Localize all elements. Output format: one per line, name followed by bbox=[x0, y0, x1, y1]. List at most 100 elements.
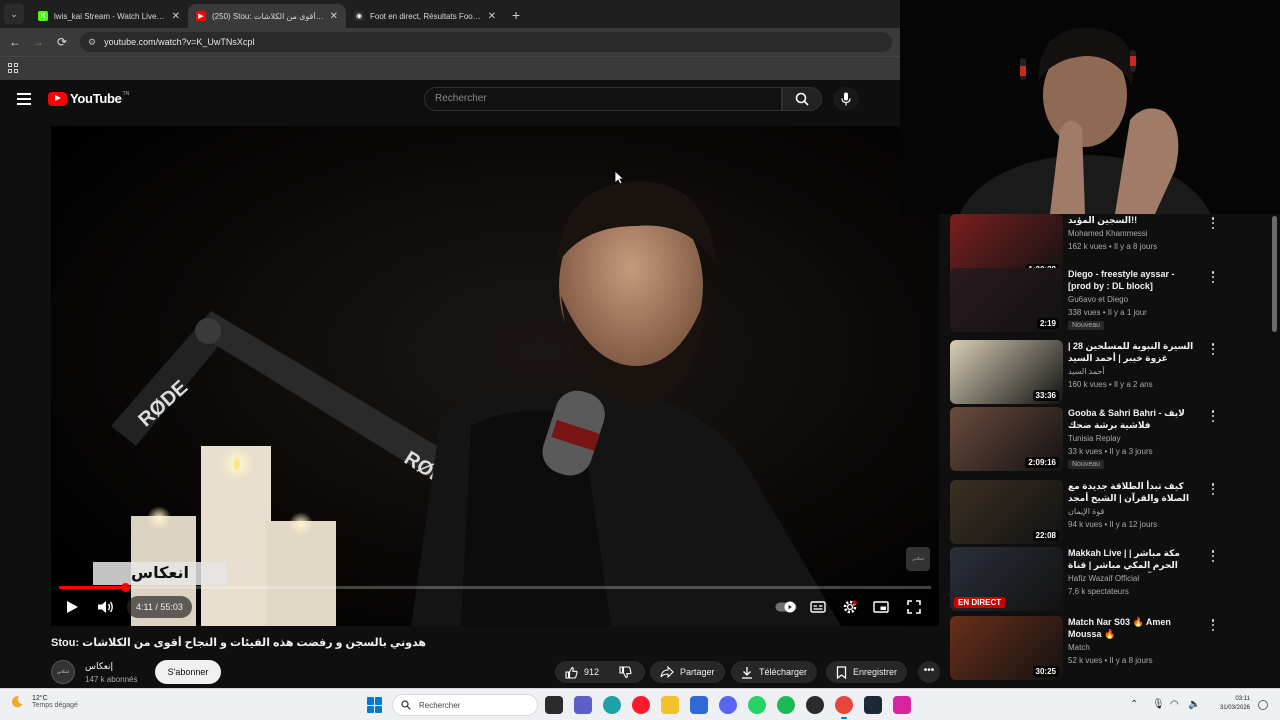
steam-icon[interactable] bbox=[864, 696, 882, 714]
menu-icon[interactable] bbox=[17, 93, 31, 105]
video-duration: 2:09:16 bbox=[1025, 457, 1059, 468]
reload-button[interactable]: ⟳ bbox=[50, 35, 74, 49]
close-icon[interactable]: ✕ bbox=[330, 11, 338, 22]
avatar[interactable]: انعكاس bbox=[51, 660, 75, 684]
like-button[interactable] bbox=[565, 666, 578, 679]
recommended-video[interactable]: EN DIRECT Makkah Live | مكة مباشر | الحرم… bbox=[950, 547, 1270, 613]
recommended-channel[interactable]: Hafiz Wazaif Official bbox=[1068, 574, 1139, 583]
back-button[interactable]: ← bbox=[3, 35, 27, 49]
notification-icon[interactable] bbox=[1258, 700, 1268, 710]
video-thumbnail[interactable]: EN DIRECT bbox=[950, 547, 1063, 611]
wifi-icon[interactable]: ◠ bbox=[1170, 699, 1179, 710]
recommended-channel[interactable]: Gu6avo et Diego bbox=[1068, 295, 1128, 304]
recommended-video[interactable]: 22:08 كيف تبدأ الطلاقة جديدة مع الصلاة وا… bbox=[950, 480, 1270, 546]
start-button[interactable] bbox=[367, 697, 383, 713]
volume-tray-icon[interactable]: 🔈 bbox=[1188, 699, 1200, 710]
recommended-title[interactable]: السجين المؤبد!! bbox=[1068, 214, 1196, 226]
microsoft-store-icon[interactable] bbox=[690, 696, 708, 714]
discord-icon[interactable] bbox=[719, 696, 737, 714]
more-vertical-icon[interactable] bbox=[1208, 270, 1218, 284]
recommended-channel[interactable]: قوة الإيمان bbox=[1068, 507, 1104, 516]
video-thumbnail[interactable]: 33:36 bbox=[950, 340, 1063, 404]
fullscreen-button[interactable] bbox=[905, 598, 923, 616]
video-thumbnail[interactable]: 2:19 bbox=[950, 268, 1063, 332]
weather-widget[interactable]: 12°C Temps dégagé bbox=[10, 695, 78, 709]
subtitles-button[interactable] bbox=[809, 598, 827, 616]
more-actions-button[interactable]: ••• bbox=[918, 661, 940, 683]
miniplayer-icon bbox=[873, 601, 889, 613]
file-explorer-icon[interactable] bbox=[661, 696, 679, 714]
spotify-icon[interactable] bbox=[777, 696, 795, 714]
browser-tab[interactable]: ◉ Foot en direct, Résultats Foot, Match ✕ bbox=[346, 4, 504, 28]
close-icon[interactable]: ✕ bbox=[488, 11, 496, 22]
recommended-title[interactable]: Makkah Live | مكة مباشر | الحرم المكي مب… bbox=[1068, 547, 1196, 573]
search-button[interactable] bbox=[782, 87, 822, 111]
voice-search-button[interactable] bbox=[833, 87, 859, 111]
subscribe-button[interactable]: S'abonner bbox=[155, 660, 221, 684]
more-vertical-icon[interactable] bbox=[1208, 618, 1218, 632]
browser-tab[interactable]: Klwis_kai Stream - Watch Live on ✕ bbox=[30, 4, 188, 28]
video-player[interactable]: RØDE RØDE انعكاس انعكاس 4:11 / 55:03 bbox=[51, 126, 939, 626]
new-tab-button[interactable]: + bbox=[512, 7, 520, 23]
recommended-title[interactable]: Match Nar S03 🔥 Amen Moussa 🔥 bbox=[1068, 616, 1196, 640]
chevron-up-icon[interactable]: ⌃ bbox=[1130, 699, 1138, 710]
forward-button[interactable]: → bbox=[26, 35, 50, 49]
recommended-title[interactable]: Diego - freestyle ayssar - [prod by : DL… bbox=[1068, 268, 1196, 292]
dislike-button[interactable] bbox=[619, 665, 632, 679]
play-button[interactable] bbox=[63, 598, 81, 616]
share-button[interactable]: Partager bbox=[650, 661, 725, 683]
microphone-tray-icon[interactable]: 🎙 bbox=[1152, 699, 1165, 710]
recommended-video[interactable]: 33:36 السيرة النبوية للمسلحين 28 | غزوة خ… bbox=[950, 340, 1270, 406]
whatsapp-icon[interactable] bbox=[748, 696, 766, 714]
address-bar[interactable]: ⚙ youtube.com/watch?v=K_UwTNsXcpI bbox=[80, 32, 892, 52]
channel-name[interactable]: إنعكاس bbox=[85, 661, 113, 672]
video-thumbnail[interactable]: 2:09:16 bbox=[950, 407, 1063, 471]
progress-scrubber[interactable] bbox=[121, 583, 130, 592]
more-vertical-icon[interactable] bbox=[1208, 549, 1218, 563]
close-icon[interactable]: ✕ bbox=[172, 11, 180, 22]
edge-icon[interactable] bbox=[603, 696, 621, 714]
gear-icon bbox=[843, 600, 857, 614]
system-clock[interactable]: 03:11 31/03/2026 bbox=[1216, 695, 1250, 713]
mute-button[interactable] bbox=[96, 598, 116, 616]
recommended-channel[interactable]: Tunisia Replay bbox=[1068, 434, 1121, 443]
youtube-logo[interactable]: YouTube TN bbox=[48, 91, 129, 106]
obs-icon[interactable] bbox=[806, 696, 824, 714]
more-vertical-icon[interactable] bbox=[1208, 216, 1218, 230]
taskbar-search-placeholder: Rechercher bbox=[419, 700, 461, 710]
progress-bar[interactable] bbox=[59, 583, 931, 592]
video-thumbnail[interactable]: 22:08 bbox=[950, 480, 1063, 544]
tab-search-button[interactable]: ⌄ bbox=[4, 4, 24, 24]
more-vertical-icon[interactable] bbox=[1208, 482, 1218, 496]
apps-grid-icon[interactable] bbox=[8, 63, 18, 73]
download-button[interactable]: Télécharger bbox=[731, 661, 818, 683]
opera-icon[interactable] bbox=[632, 696, 650, 714]
more-vertical-icon[interactable] bbox=[1208, 409, 1218, 423]
recommended-title[interactable]: كيف تبدأ الطلاقة جديدة مع الصلاة والقرآن… bbox=[1068, 480, 1196, 506]
recommended-video[interactable]: 30:25 Match Nar S03 🔥 Amen Moussa 🔥 Match 5… bbox=[950, 616, 1270, 682]
taskbar-search[interactable]: Rechercher bbox=[392, 694, 538, 716]
chrome-icon[interactable] bbox=[835, 696, 853, 719]
sidebar-scroll-thumb[interactable] bbox=[1272, 216, 1277, 332]
search-input[interactable]: Rechercher bbox=[424, 87, 782, 111]
autoplay-toggle[interactable] bbox=[775, 598, 797, 616]
video-thumbnail[interactable]: 30:25 bbox=[950, 616, 1063, 680]
recommended-video[interactable]: 2:09:16 Gooba & Sahri Bahri - لايف فلاشية… bbox=[950, 407, 1270, 473]
recommended-title[interactable]: السيرة النبوية للمسلحين 28 | غزوة خيبر |… bbox=[1068, 340, 1196, 364]
recommended-video[interactable]: 2:19 Diego - freestyle ayssar - [prod by … bbox=[950, 268, 1270, 334]
recommended-channel[interactable]: Mohamed Khammessi bbox=[1068, 229, 1148, 238]
save-button[interactable]: Enregistrer bbox=[826, 661, 908, 683]
channel-watermark[interactable]: انعكاس bbox=[906, 547, 930, 571]
settings-button[interactable] bbox=[840, 598, 860, 616]
site-info-icon[interactable]: ⚙ bbox=[88, 37, 96, 48]
video-duration: 33:36 bbox=[1032, 390, 1059, 401]
more-vertical-icon[interactable] bbox=[1208, 342, 1218, 356]
recommended-title[interactable]: Gooba & Sahri Bahri - لايف فلاشية برشة ض… bbox=[1068, 407, 1196, 431]
teams-icon[interactable] bbox=[574, 696, 592, 714]
recommended-channel[interactable]: أحمد السيد bbox=[1068, 367, 1105, 376]
instagram-icon[interactable] bbox=[893, 696, 911, 714]
recommended-channel[interactable]: Match bbox=[1068, 643, 1090, 652]
miniplayer-button[interactable] bbox=[872, 598, 890, 616]
browser-tab[interactable]: ▶ (250) Stou: هدوني بالسجن و رفضت هذه الف… bbox=[188, 4, 346, 28]
task-view-icon[interactable] bbox=[545, 696, 563, 714]
